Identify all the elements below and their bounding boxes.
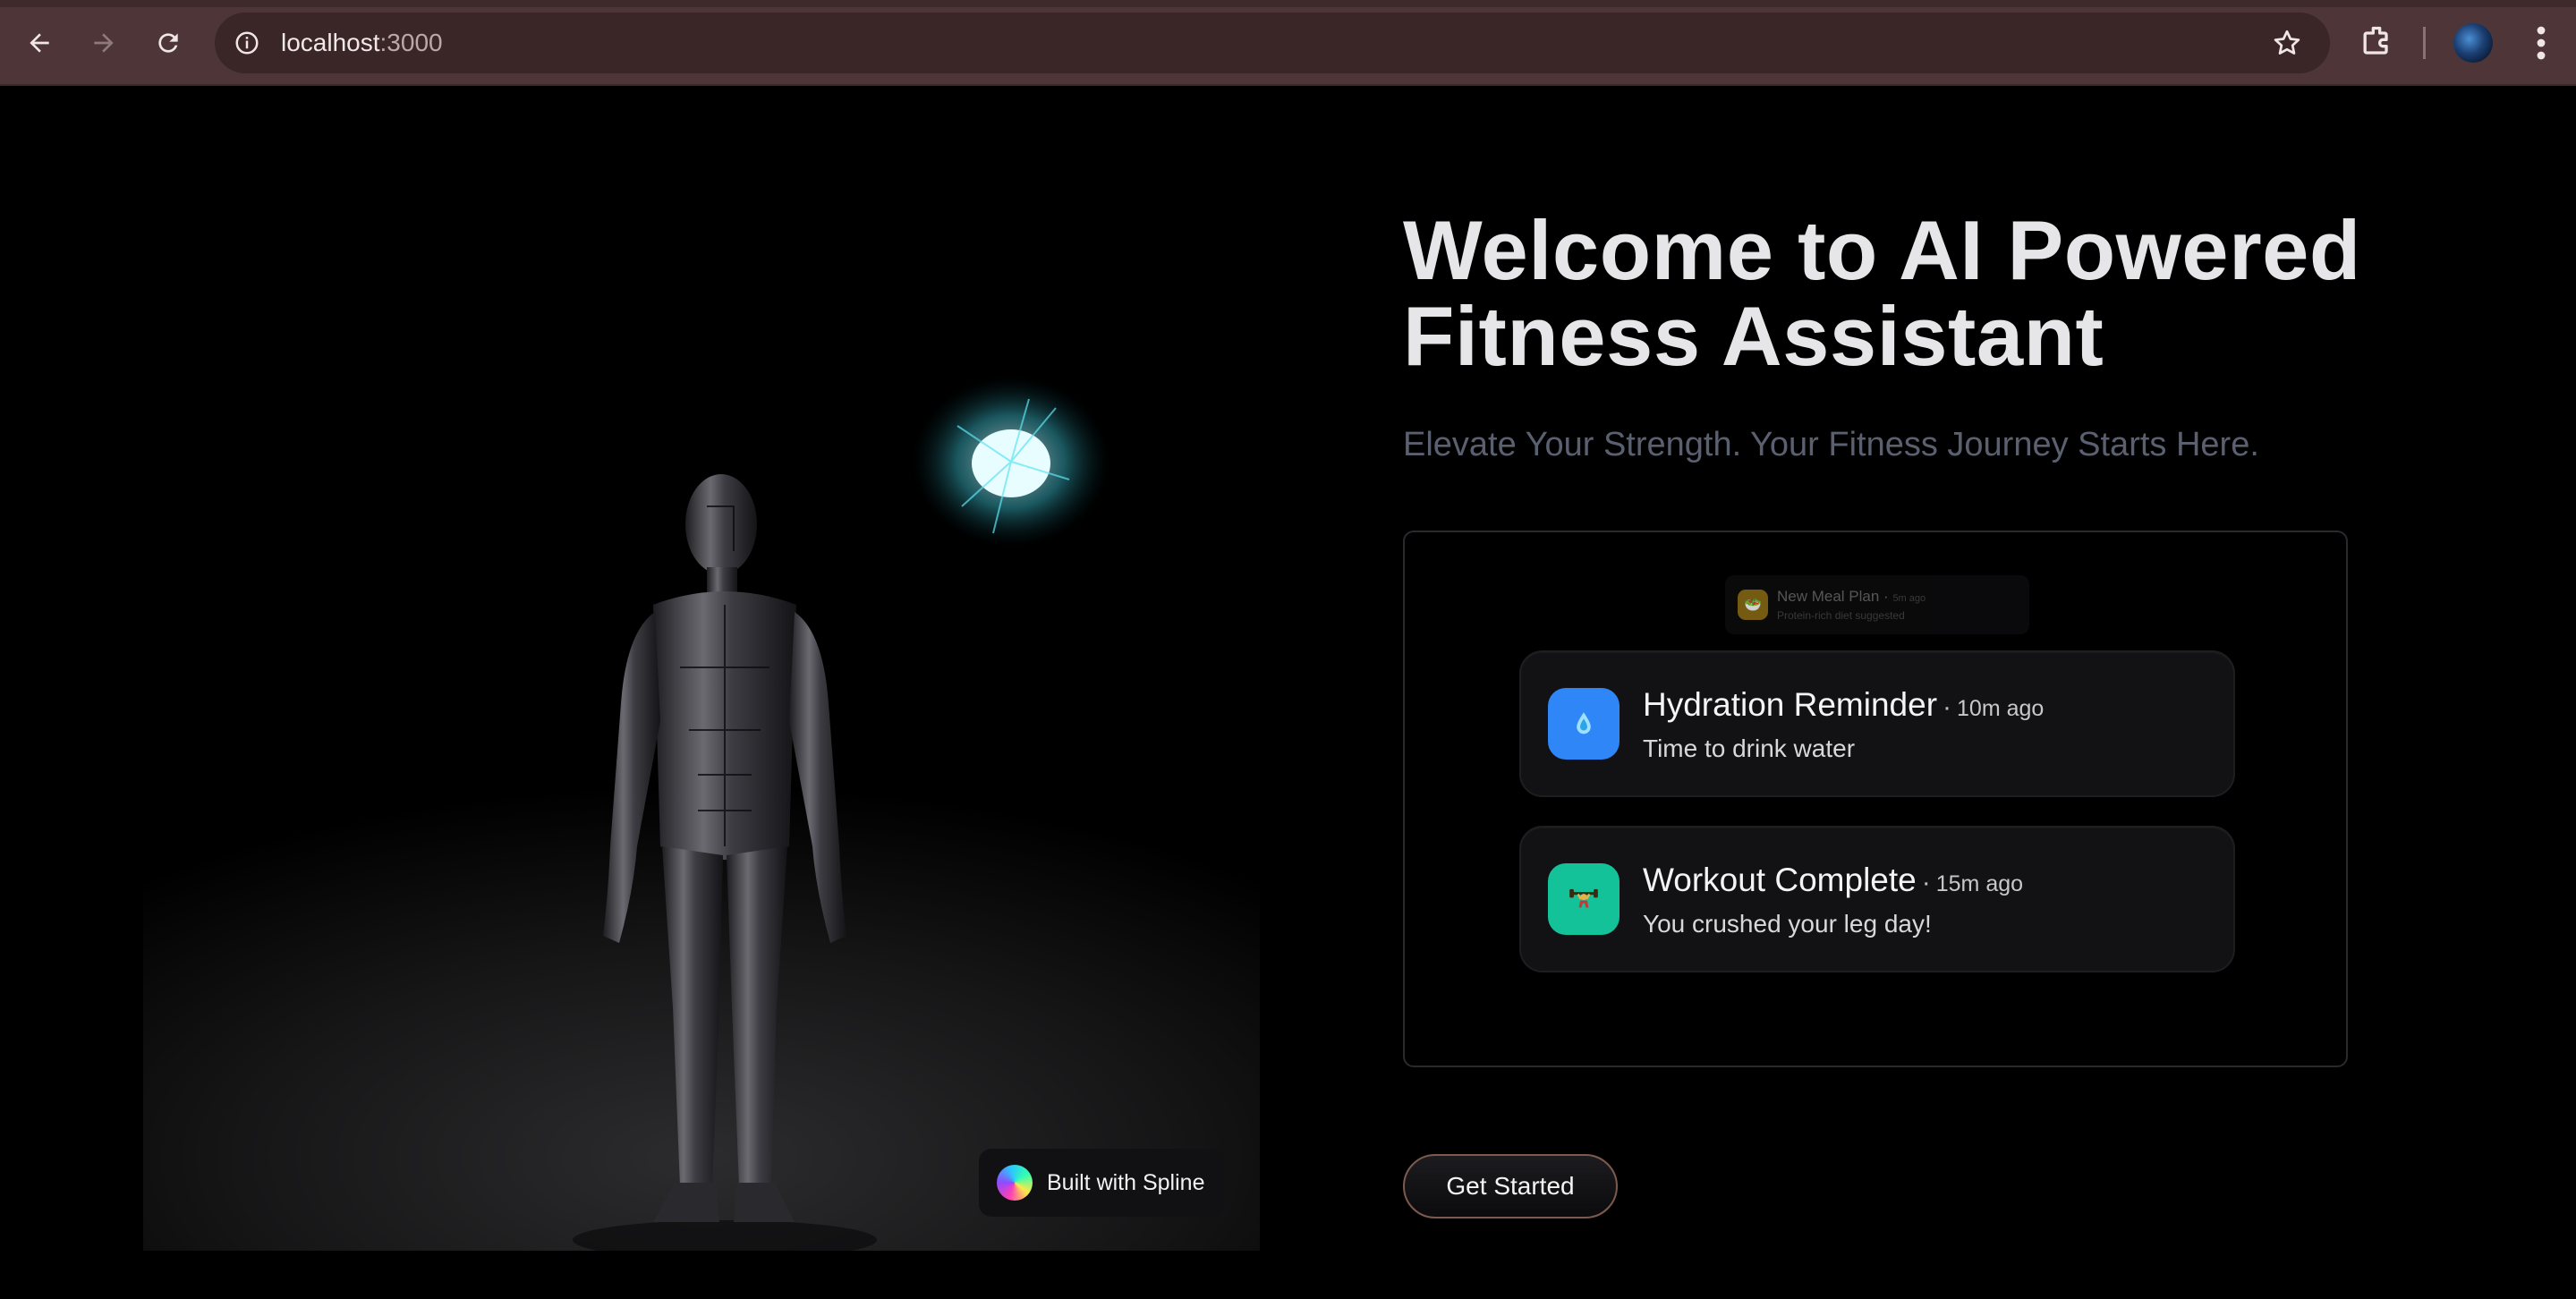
spline-3d-scene[interactable]: Built with Spline — [143, 86, 1260, 1251]
url-text[interactable]: localhost:3000 — [281, 13, 443, 73]
ghost-notification-title: New Meal Plan · 5m ago — [1777, 588, 1926, 605]
url-port: :3000 — [379, 29, 443, 56]
notification-description: Time to drink water — [1643, 734, 1856, 762]
ghost-notification-desc: Protein-rich diet suggested — [1777, 609, 1905, 622]
notification-card-hydration[interactable]: Hydration Reminder · 10m ago Time to drink… — [1519, 650, 2235, 797]
reload-button[interactable] — [147, 21, 190, 64]
title-line-2: Fitness Assistant — [1403, 289, 2104, 383]
address-bar[interactable]: localhost:3000 — [215, 13, 2330, 73]
notification-panel: 🥗 New Meal Plan · 5m ago Protein-rich di… — [1403, 531, 2348, 1067]
humanoid-figure — [573, 474, 877, 1251]
get-started-button[interactable]: Get Started — [1403, 1154, 1618, 1218]
notification-card-workout[interactable]: Workout Complete · 15m ago You crushed you… — [1519, 826, 2235, 972]
notification-description: You crushed your leg day! — [1643, 910, 1932, 938]
separator-dot: · — [1921, 868, 1931, 897]
notification-time: 15m ago — [1935, 871, 2024, 896]
energy-orb — [913, 377, 1109, 547]
profile-avatar[interactable] — [2453, 23, 2493, 63]
back-arrow-icon — [30, 33, 49, 53]
separator-dot: · — [1943, 692, 1952, 722]
forward-arrow-icon — [94, 33, 114, 53]
spline-badge-label: Built with Spline — [1047, 1169, 1205, 1195]
bookmark-star-icon[interactable] — [2271, 27, 2303, 59]
tab-strip — [0, 0, 2576, 7]
meal-icon: 🥗 — [1738, 590, 1768, 620]
notification-title-text: Hydration Reminder — [1643, 686, 1938, 723]
built-with-spline-badge[interactable]: Built with Spline — [979, 1149, 1224, 1217]
back-button[interactable] — [18, 21, 61, 64]
spline-logo-icon — [997, 1165, 1033, 1201]
page-subtitle: Elevate Your Strength. Your Fitness Jour… — [1403, 426, 2259, 463]
notification-title: Hydration Reminder · 10m ago — [1643, 686, 2044, 724]
notification-title: Workout Complete · 15m ago — [1643, 862, 2023, 899]
url-host: localhost — [281, 29, 380, 56]
reload-icon — [158, 33, 178, 53]
notification-time: 10m ago — [1957, 696, 2045, 721]
browser-toolbar: localhost:3000 — [0, 0, 2576, 86]
weightlifter-icon — [1548, 863, 1620, 935]
site-info-icon[interactable] — [229, 25, 265, 61]
extensions-icon[interactable] — [2357, 23, 2396, 63]
toolbar-divider — [2423, 27, 2426, 59]
notification-title-text: Workout Complete — [1643, 862, 1917, 898]
title-line-1: Welcome to AI Powered — [1403, 203, 2361, 297]
ghost-time: 5m ago — [1892, 593, 1926, 604]
water-drop-icon — [1548, 688, 1620, 760]
page-title: Welcome to AI Powered Fitness Assistant — [1403, 208, 2521, 379]
notification-ghost-card: 🥗 New Meal Plan · 5m ago Protein-rich di… — [1725, 575, 2029, 634]
forward-button[interactable] — [82, 21, 125, 64]
more-menu-icon[interactable] — [2523, 21, 2559, 64]
ghost-title-text: New Meal Plan — [1777, 588, 1880, 605]
